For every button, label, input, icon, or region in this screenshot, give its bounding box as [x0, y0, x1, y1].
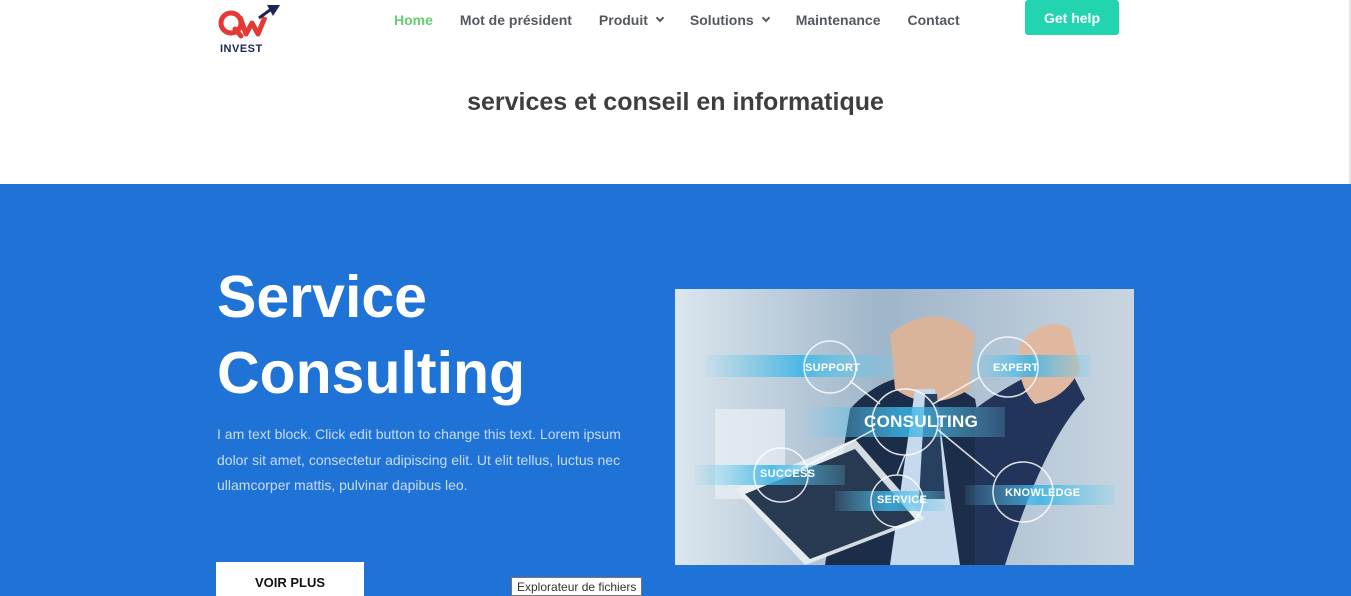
image-label-consulting: CONSULTING: [864, 412, 979, 431]
nav-produit[interactable]: Produit: [598, 12, 665, 28]
nav-home[interactable]: Home: [394, 12, 433, 28]
image-label-support: SUPPORT: [805, 362, 861, 374]
image-label-service: SERVICE: [877, 494, 928, 506]
chevron-down-icon: [761, 13, 770, 23]
logo-text: INVEST: [220, 43, 263, 55]
nav-mot-de-president-label: Mot de président: [459, 12, 572, 28]
nav-mot-de-president[interactable]: Mot de président: [460, 12, 572, 28]
nav-maintenance[interactable]: Maintenance: [796, 12, 881, 28]
page: INVEST Home Mot de président Produit Sol…: [0, 0, 1351, 596]
voir-plus-button[interactable]: VOIR PLUS: [216, 562, 364, 596]
nav-solutions[interactable]: Solutions: [689, 12, 770, 28]
consulting-image: SUPPORT EXPERT CONSULTING SUCCESS SERVIC…: [675, 289, 1134, 565]
nav-solutions-label: Solutions: [689, 12, 754, 28]
nav-home-label: Home: [394, 12, 433, 28]
site-header: INVEST Home Mot de président Produit Sol…: [0, 0, 1351, 60]
taskbar-tooltip: Explorateur de fichiers: [511, 577, 643, 596]
hero-body-text: I am text block. Click edit button to ch…: [217, 426, 621, 493]
page-tagline: services et conseil en informatique: [467, 88, 884, 116]
image-label-knowledge: KNOWLEDGE: [1005, 487, 1081, 499]
nav-contact[interactable]: Contact: [908, 12, 960, 28]
hero-title: Service Consulting: [217, 259, 637, 411]
hero-title-line2: Consulting: [217, 340, 526, 406]
get-help-button[interactable]: Get help: [1025, 0, 1119, 35]
chevron-down-icon: [655, 13, 665, 23]
nav-maintenance-label: Maintenance: [795, 12, 881, 28]
image-label-expert: EXPERT: [993, 362, 1039, 374]
logo[interactable]: INVEST: [218, 4, 282, 58]
hero-section: Service Consulting I am text block. Clic…: [0, 184, 1351, 596]
nav-contact-label: Contact: [907, 12, 960, 28]
nav-produit-label: Produit: [598, 12, 648, 28]
logo-mark-icon: [218, 5, 280, 39]
main-nav: Home Mot de président Produit Solutions …: [394, 10, 987, 30]
hero-title-line1: Service: [217, 264, 427, 330]
image-label-success: SUCCESS: [760, 468, 816, 480]
